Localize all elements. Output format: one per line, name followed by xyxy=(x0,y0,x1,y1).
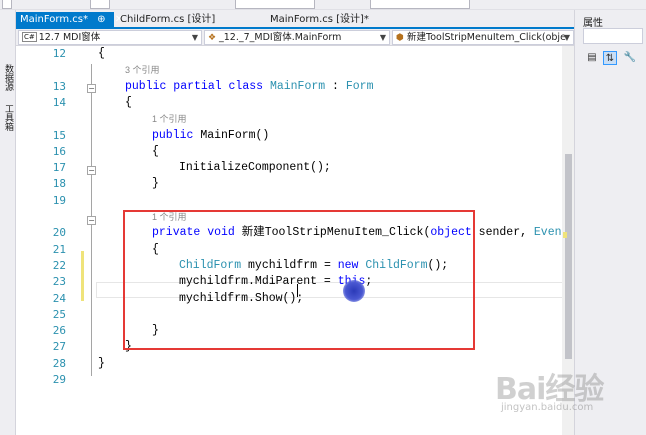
chevron-down-icon: ▼ xyxy=(191,33,198,42)
alphabetical-icon[interactable]: ⇅ xyxy=(603,51,617,65)
line-number: 16 xyxy=(52,144,66,158)
tab-label: ChildForm.cs [设计] xyxy=(120,14,216,25)
left-tool-strip: 数据源 工具箱 xyxy=(0,10,16,435)
project-name: 12.7 MDI窗体 xyxy=(38,32,101,43)
class-icon: ❖ xyxy=(208,33,217,43)
keyword-token: public partial class xyxy=(125,79,270,93)
tab-mainform-cs[interactable]: MainForm.cs* ⊕ ✕ xyxy=(16,12,123,29)
code-line[interactable]: 13 public partial class MainForm : Form xyxy=(16,79,562,95)
tab-label: MainForm.cs [设计]* xyxy=(270,14,369,25)
keyword-token: public xyxy=(152,128,201,142)
datasource-tab[interactable]: 数据源 xyxy=(2,64,14,91)
code-line[interactable]: 12 { xyxy=(16,46,562,62)
code-line[interactable]: 18} xyxy=(16,176,562,192)
code-line[interactable]: 29 xyxy=(16,372,562,388)
codelens-row[interactable]: 1 个引用 xyxy=(16,111,562,127)
type-token: MainForm xyxy=(269,79,326,93)
chevron-down-icon: ▼ xyxy=(563,33,570,42)
pin-icon[interactable]: ⊕ xyxy=(97,12,105,28)
code-token: sender, xyxy=(471,226,534,240)
line-number: 14 xyxy=(52,95,66,109)
line-number: 13 xyxy=(52,79,66,93)
ide-window: 数据源 工具箱 MainForm.cs* ⊕ ✕ ChildForm.cs [设… xyxy=(0,0,646,435)
line-number: 23 xyxy=(52,275,66,289)
code-token: MainForm() xyxy=(200,128,270,142)
code-line[interactable]: 16 { xyxy=(16,144,562,160)
code-text: public partial class MainForm : Form xyxy=(125,79,373,95)
line-number: 20 xyxy=(52,226,66,240)
properties-object-dropdown[interactable] xyxy=(583,28,643,44)
member-name: 新建ToolStripMenuItem_Click(obje xyxy=(407,32,566,43)
toolbar-dropdown[interactable] xyxy=(235,0,315,9)
scrollbar-thumb[interactable] xyxy=(565,154,572,359)
toolbar-dropdown[interactable] xyxy=(370,0,470,9)
properties-title: 属性 xyxy=(583,18,603,29)
categorized-icon[interactable]: ▤ xyxy=(585,51,599,65)
mouse-cursor-highlight xyxy=(343,280,365,302)
line-number: 28 xyxy=(52,356,66,370)
line-number: 12 xyxy=(52,47,66,60)
line-number: 29 xyxy=(52,373,66,386)
wrench-icon[interactable]: 🔧 xyxy=(623,51,637,65)
toolbar-button[interactable] xyxy=(2,0,12,9)
code-text: InitializeComponent(); xyxy=(179,161,331,175)
line-number: 26 xyxy=(52,324,66,338)
reference-count-link[interactable]: 1 个引用 xyxy=(152,111,187,127)
line-number: 17 xyxy=(52,161,66,175)
watermark-site: jingyan.baidu.com xyxy=(501,402,594,413)
class-dropdown[interactable]: ❖ _12._7_MDI窗体.MainForm ▼ xyxy=(204,30,390,45)
code-text: { xyxy=(125,95,132,109)
toolbar-button[interactable] xyxy=(90,0,110,9)
toolbox-tab[interactable]: 工具箱 xyxy=(2,104,14,131)
code-text: { xyxy=(152,144,159,158)
tab-label: MainForm.cs* xyxy=(20,14,88,25)
code-token: : xyxy=(325,79,346,93)
tab-mainform-design[interactable]: MainForm.cs [设计]* xyxy=(266,12,396,29)
codelens-row[interactable]: 3 个引用 xyxy=(16,62,562,78)
member-dropdown[interactable]: ⬢ 新建ToolStripMenuItem_Click(obje ▼ xyxy=(392,30,574,45)
code-line[interactable]: 14 { xyxy=(16,95,562,111)
code-text: } xyxy=(152,177,159,191)
code-text: } xyxy=(98,356,105,370)
document-tabbar: MainForm.cs* ⊕ ✕ ChildForm.cs [设计] MainF… xyxy=(16,10,574,29)
method-icon: ⬢ xyxy=(396,33,404,43)
watermark: Bai经验 jingyan.baidu.com xyxy=(495,360,645,430)
line-number: 15 xyxy=(52,128,66,142)
code-line[interactable]: 19 xyxy=(16,193,562,209)
line-number: 24 xyxy=(52,291,66,305)
line-number: 18 xyxy=(52,177,66,191)
line-number: 19 xyxy=(52,193,66,207)
code-text: public MainForm() xyxy=(152,128,269,144)
highlight-box xyxy=(123,210,475,350)
toolbar xyxy=(0,0,646,10)
line-number: 25 xyxy=(52,307,66,321)
chevron-down-icon: ▼ xyxy=(379,33,386,42)
reference-count-link[interactable]: 3 个引用 xyxy=(125,62,160,78)
code-line[interactable]: 15 public MainForm() xyxy=(16,128,562,144)
project-dropdown[interactable]: C# 12.7 MDI窗体 ▼ xyxy=(18,30,202,45)
class-name: _12._7_MDI窗体.MainForm xyxy=(219,32,342,43)
type-token: Form xyxy=(345,79,374,93)
code-line[interactable]: 28} xyxy=(16,356,562,372)
tab-childform-design[interactable]: ChildForm.cs [设计] xyxy=(116,12,246,29)
code-line[interactable]: 17 InitializeComponent(); xyxy=(16,160,562,176)
change-marker xyxy=(563,232,567,238)
line-number: 27 xyxy=(52,340,66,354)
csharp-project-icon: C# xyxy=(22,32,37,42)
line-number: 22 xyxy=(52,258,66,272)
navigation-bar: C# 12.7 MDI窗体 ▼ ❖ _12._7_MDI窗体.MainForm ▼ … xyxy=(16,29,574,46)
line-number: 21 xyxy=(52,242,66,256)
code-text: { xyxy=(98,47,105,60)
